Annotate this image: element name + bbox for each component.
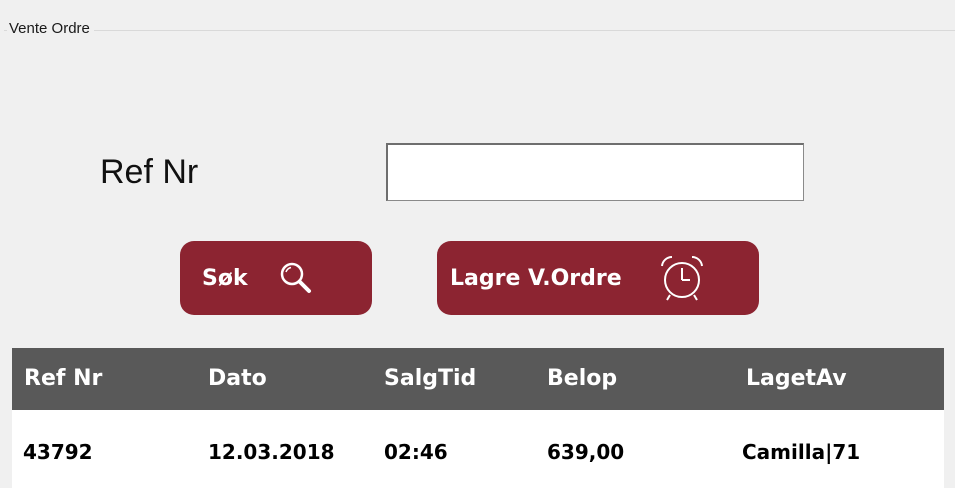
- alarm-clock-icon: [660, 255, 703, 301]
- cell-belop: 639,00: [547, 440, 625, 464]
- magnifier-icon: [280, 262, 311, 293]
- grid-header: Ref Nr Dato SalgTid Belop LagetAv: [12, 348, 944, 410]
- cell-dato: 12.03.2018: [208, 440, 335, 464]
- groupbox-border: [4, 30, 955, 31]
- search-button-label: Søk: [202, 265, 248, 291]
- ref-nr-label: Ref Nr: [100, 153, 199, 191]
- cell-lagetav: Camilla|71: [742, 440, 861, 464]
- groupbox-title: Vente Ordre: [7, 20, 94, 38]
- search-button[interactable]: Søk: [180, 241, 372, 315]
- column-header-belop[interactable]: Belop: [547, 366, 617, 391]
- column-header-lagetav[interactable]: LagetAv: [746, 366, 847, 391]
- column-header-salgtid[interactable]: SalgTid: [384, 366, 476, 391]
- vente-ordre-panel: Vente Ordre Ref Nr Søk Lagre V.Ordre Ref…: [0, 0, 955, 488]
- column-header-dato[interactable]: Dato: [208, 366, 267, 391]
- save-order-button[interactable]: Lagre V.Ordre: [437, 241, 759, 315]
- orders-grid: Ref Nr Dato SalgTid Belop LagetAv 43792 …: [12, 348, 944, 488]
- ref-nr-input[interactable]: [386, 143, 804, 201]
- column-header-ref-nr[interactable]: Ref Nr: [24, 366, 102, 391]
- cell-ref-nr: 43792: [23, 440, 93, 464]
- save-order-button-label: Lagre V.Ordre: [450, 265, 622, 291]
- cell-salgtid: 02:46: [384, 440, 448, 464]
